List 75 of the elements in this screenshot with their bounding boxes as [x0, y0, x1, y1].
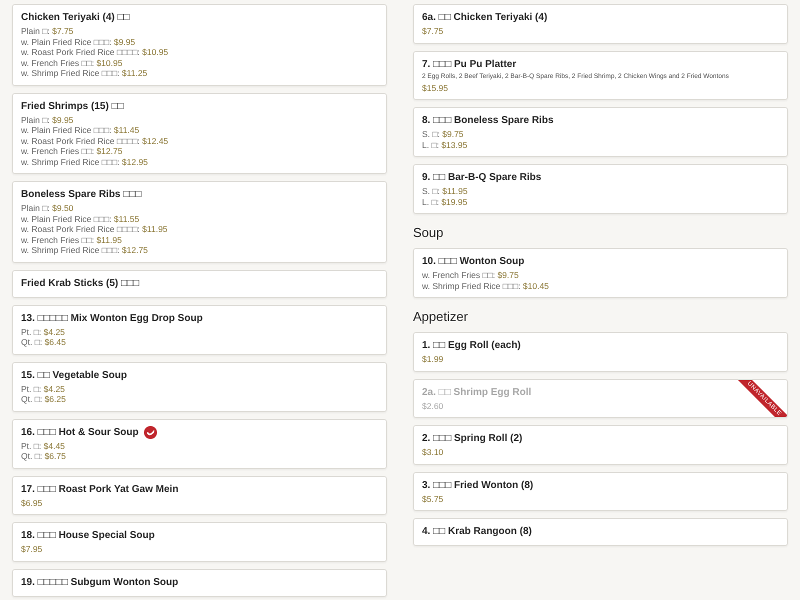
item-title: Fried Shrimps (15) □□	[21, 100, 124, 114]
price-line: w. Shrimp Fried Rice □□□: $12.95	[21, 156, 148, 167]
menu-item-card[interactable]: 9. □□ Bar-B-Q Spare Ribs S. □: $11.95 L. □: $19.95	[413, 164, 788, 214]
section-heading: Appetizer	[413, 309, 468, 325]
price-line: w. Roast Pork Fried Rice □□□□: $12.45	[21, 136, 168, 146]
menu-item-card[interactable]: Chicken Teriyaki (4) □□ Plain □: $7.75 w. Plain Fried Rice □□□: $9.95 w. Roast Pork Fried Rice □□□□: $10.95 w. French Fries □□: $10.95 w. Shrimp Fried Rice □□□: $11.25	[12, 4, 387, 86]
price-line: $6.95	[21, 498, 42, 508]
menu-item-card[interactable]: 16. □□□ Hot & Sour Soup Pt. □: $4.45 Qt. □: $6.75	[12, 418, 387, 468]
menu-item-card[interactable]: Fried Shrimps (15) □□ Plain □: $9.95 w. Plain Fried Rice □□□: $11.45 w. Roast Pork Fried Rice □□□□: $12.45 w. French Fries □□: $12.75 w. Shrimp Fried Rice □□□: $12.95	[12, 92, 387, 174]
item-title: Boneless Spare Ribs □□□	[21, 188, 142, 202]
price-line: $3.10	[422, 447, 444, 458]
menu-item-card[interactable]: 2. □□□ Spring Roll (2) $3.10	[413, 425, 788, 464]
price-line: S. □: $11.95	[422, 186, 468, 196]
price-line: w. Plain Fried Rice □□□: $9.95	[21, 36, 136, 47]
item-title: 9. □□ Bar-B-Q Spare Ribs	[422, 171, 542, 185]
item-title: Fried Krab Sticks (5) □□□	[21, 276, 140, 290]
price-line: w. Shrimp Fried Rice □□□: $11.25	[21, 68, 148, 78]
price-line: Qt. □: $6.25	[21, 394, 66, 404]
menu-item-card[interactable]: 3. □□□ Fried Wonton (8) $5.75	[413, 472, 788, 511]
price-line: w. French Fries □□: $9.75	[422, 270, 519, 280]
item-title: 16. □□□ Hot & Sour Soup	[21, 426, 157, 440]
price-line: L. □: $19.95	[422, 196, 468, 207]
price-line: $7.75	[422, 26, 444, 36]
price-line: $15.95	[422, 82, 448, 93]
price-line: w. French Fries □□: $10.95	[21, 58, 122, 68]
menu-item-card[interactable]: Boneless Spare Ribs □□□ Plain □: $9.50 w. Plain Fried Rice □□□: $11.55 w. Roast Pork Fried Rice □□□□: $11.95 w. French Fries □□: $11.95 w. Shrimp Fried Rice □□□: $12.75	[12, 181, 387, 262]
price-line: $7.95	[21, 544, 42, 554]
item-title: 2. □□□ Spring Roll (2)	[422, 432, 522, 446]
menu-item-card[interactable]: 15. □□ Vegetable Soup Pt. □: $4.25 Qt. □: $6.25	[12, 362, 387, 412]
price-line: w. Roast Pork Fried Rice □□□□: $11.95	[21, 224, 168, 234]
price-line: Plain □: $7.75	[21, 26, 74, 36]
price-line: Pt. □: $4.45	[21, 440, 65, 451]
item-title: 3. □□□ Fried Wonton (8)	[422, 478, 534, 492]
menu-item-card[interactable]: 10. □□□ Wonton Soup w. French Fries □□: $9.75 w. Shrimp Fried Rice □□□: $10.45	[413, 248, 788, 298]
price-line: Pt. □: $4.25	[21, 326, 65, 337]
item-title: 6a. □□ Chicken Teriyaki (4)	[422, 11, 548, 25]
item-title: 19. □□□□□ Subgum Wonton Soup	[21, 576, 178, 590]
price-line: $1.99	[422, 354, 444, 364]
price-line: w. Shrimp Fried Rice □□□: $12.75	[21, 245, 148, 256]
price-line: Qt. □: $6.75	[21, 451, 66, 462]
price-line: Plain □: $9.50	[21, 203, 74, 214]
menu-item-card[interactable]: 18. □□□ House Special Soup $7.95	[12, 522, 387, 562]
price-line: $2.60	[422, 400, 444, 411]
section-heading: Soup	[413, 225, 444, 241]
price-line: L. □: $13.95	[422, 140, 468, 150]
menu-item-card[interactable]: 6a. □□ Chicken Teriyaki (4) $7.75	[413, 4, 788, 44]
menu-item-card[interactable]: 1. □□ Egg Roll (each) $1.99	[413, 332, 788, 372]
price-line: w. Shrimp Fried Rice □□□: $10.45	[422, 280, 549, 291]
price-line: w. French Fries □□: $12.75	[21, 146, 122, 156]
item-title: 18. □□□ House Special Soup	[21, 529, 155, 543]
price-line: w. Plain Fried Rice □□□: $11.55	[21, 214, 140, 224]
menu-item-card[interactable]: 17. □□□ Roast Pork Yat Gaw Mein $6.95	[12, 476, 387, 515]
item-title: Chicken Teriyaki (4) □□	[21, 11, 130, 25]
item-title: 15. □□ Vegetable Soup	[21, 368, 128, 382]
price-line: $5.75	[422, 494, 444, 504]
item-title: 13. □□□□□ Mix Wonton Egg Drop Soup	[21, 312, 203, 326]
item-title: 10. □□□ Wonton Soup	[422, 255, 524, 269]
menu-item-card[interactable]: 19. □□□□□ Subgum Wonton Soup	[12, 568, 387, 596]
item-title: 8. □□□ Boneless Spare Ribs	[422, 114, 554, 128]
menu-item-card[interactable]: 13. □□□□□ Mix Wonton Egg Drop Soup Pt. □: $4.25 Qt. □: $6.45	[12, 304, 387, 354]
item-title: 7. □□□ Pu Pu Platter	[422, 58, 516, 72]
price-line: w. Plain Fried Rice □□□: $11.45	[21, 125, 140, 136]
menu-item-card[interactable]: 4. □□ Krab Rangoon (8)	[413, 518, 788, 546]
price-line: Plain □: $9.95	[21, 114, 74, 125]
price-line: Pt. □: $4.25	[21, 384, 65, 394]
price-line: w. French Fries □□: $11.95	[21, 234, 122, 245]
menu-item-card[interactable]: 8. □□□ Boneless Spare Ribs S. □: $9.75 L. □: $13.95	[413, 107, 788, 157]
price-line: Qt. □: $6.45	[21, 337, 66, 348]
price-line: S. □: $9.75	[422, 129, 464, 140]
item-title: 17. □□□ Roast Pork Yat Gaw Mein	[21, 482, 178, 496]
menu-item-card[interactable]: Fried Krab Sticks (5) □□□	[12, 270, 387, 298]
price-line: w. Roast Pork Fried Rice □□□□: $10.95	[21, 47, 168, 58]
item-title: 1. □□ Egg Roll (each)	[422, 339, 521, 353]
item-title: 2a. □□ Shrimp Egg Roll	[422, 386, 532, 400]
item-title: 4. □□ Krab Rangoon (8)	[422, 525, 532, 539]
